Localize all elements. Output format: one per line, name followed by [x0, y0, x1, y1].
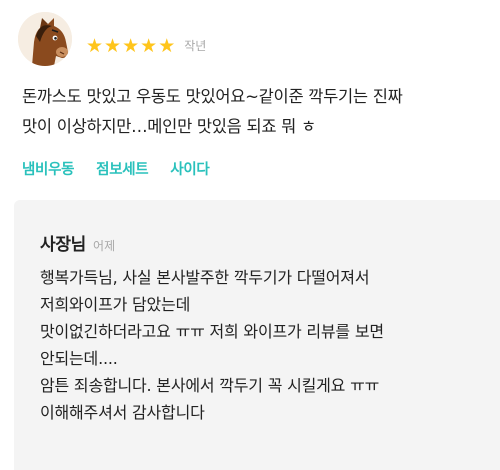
star-icon: ★ — [122, 35, 140, 57]
ordered-menu-list: 냄비우동 점보세트 사이다 — [22, 158, 231, 179]
reply-header: 사장님 어제 — [40, 230, 115, 255]
owner-reply: 사장님 어제 행복가득님, 사실 본사발주한 깍두기가 다떨어져서 저희와이프가… — [14, 200, 500, 470]
star-icon: ★ — [104, 35, 122, 57]
avatar[interactable] — [18, 12, 72, 66]
reply-text: 행복가득님, 사실 본사발주한 깍두기가 다떨어져서 저희와이프가 담았는데 맛… — [40, 268, 384, 422]
owner-name: 사장님 — [40, 235, 87, 255]
star-icon: ★ — [140, 35, 158, 57]
review-time: 작년 — [184, 39, 207, 53]
reply-time: 어제 — [93, 239, 116, 253]
review-text: 돈까스도 맛있고 우동도 맛있어요~같이준 깍두기는 진짜 맛이 이상하지만…메… — [22, 87, 403, 136]
star-icon: ★ — [158, 35, 176, 57]
menu-tag[interactable]: 냄비우동 — [22, 158, 74, 179]
star-rating: ★ ★ ★ ★ ★ 작년 — [86, 37, 206, 56]
menu-tag[interactable]: 사이다 — [170, 158, 209, 179]
menu-tag[interactable]: 점보세트 — [96, 158, 148, 179]
star-icon: ★ — [86, 35, 104, 57]
horse-avatar-icon — [18, 12, 72, 66]
